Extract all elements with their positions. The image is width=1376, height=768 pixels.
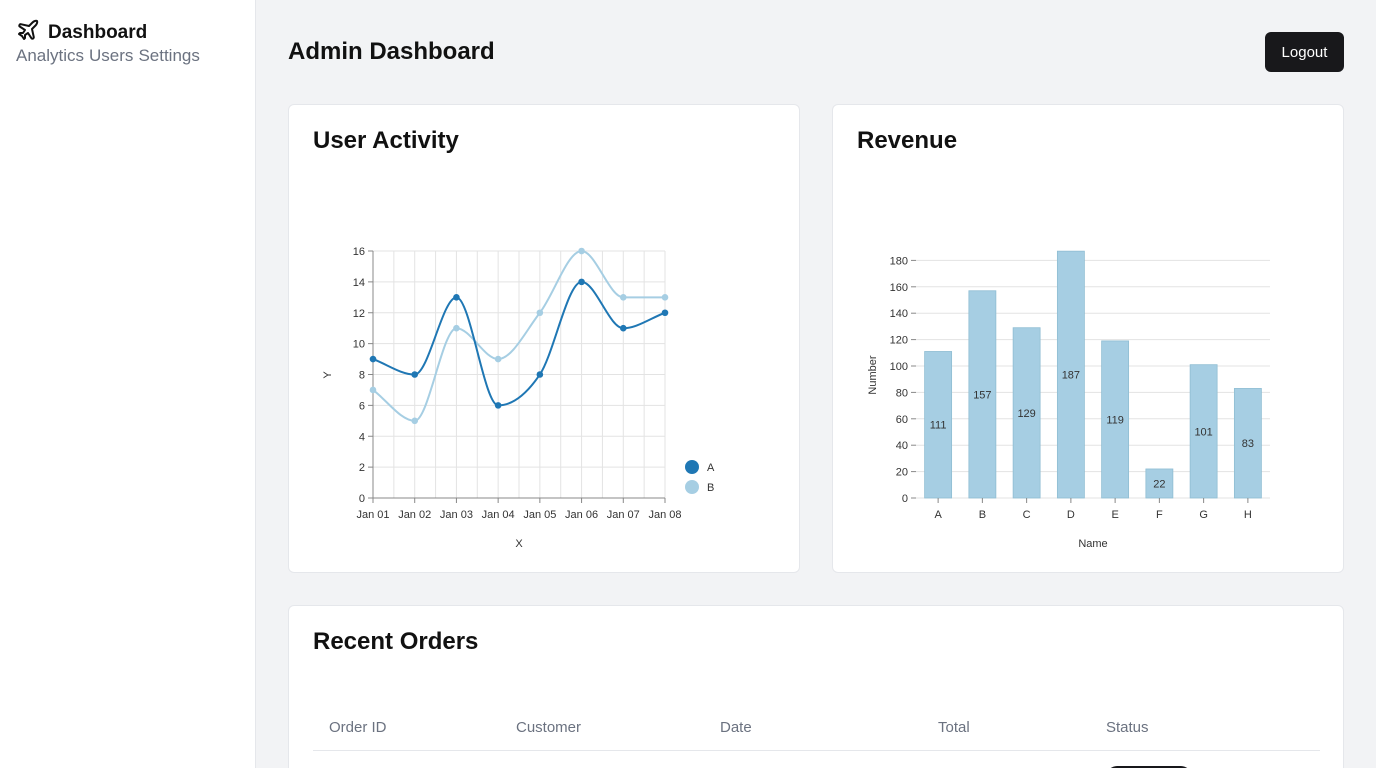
- y-tick-label: 100: [890, 361, 908, 373]
- x-axis-label: Name: [1078, 538, 1107, 550]
- y-tick-label: 180: [890, 255, 908, 267]
- y-tick-label: 20: [896, 467, 908, 479]
- user-activity-chart: 0 2 4 6 8 10 12 14 16 Jan 01 Jan 02 Jan 03 Jan 04 Jan…: [322, 246, 715, 550]
- data-point-b: [536, 309, 544, 317]
- x-tick-label: E: [1111, 509, 1118, 521]
- y-axis-label: Number: [867, 355, 879, 394]
- x-tick-label: H: [1244, 509, 1252, 521]
- column-header-date[interactable]: Date: [704, 706, 922, 751]
- bar-value-label: 157: [973, 389, 991, 401]
- y-tick-label: 10: [353, 339, 365, 351]
- revenue-chart: 0 20 40 60 80 100 120 140 160 180 111 A 157 B 129 C 187 D…: [867, 250, 1270, 550]
- logout-button[interactable]: Logout: [1265, 32, 1344, 72]
- data-point-b: [369, 386, 377, 394]
- x-tick-label: Jan 03: [440, 509, 473, 521]
- data-point-b: [411, 417, 419, 425]
- y-tick-label: 6: [359, 400, 365, 412]
- bar-value-label: 22: [1153, 478, 1165, 490]
- nav-item-settings[interactable]: Settings: [138, 46, 199, 66]
- legend-swatch-a: [685, 460, 699, 474]
- user-activity-card: User Activity 0 2 4 6 8 10 12 14 16 Jan 01 Jan 02 J…: [288, 104, 800, 573]
- data-point-a: [536, 371, 544, 378]
- x-tick-label: Jan 08: [648, 509, 681, 521]
- x-tick-label: B: [979, 509, 986, 521]
- data-point-b: [619, 294, 627, 301]
- y-tick-label: 120: [890, 335, 908, 347]
- y-tick-label: 0: [359, 493, 365, 505]
- x-tick-label: Jan 01: [356, 509, 389, 521]
- x-tick-label: Jan 05: [523, 509, 556, 521]
- sidebar-nav: Analytics Users Settings: [16, 46, 200, 66]
- data-point-a: [578, 278, 585, 286]
- column-header-customer[interactable]: Customer: [500, 706, 704, 751]
- page-title: Admin Dashboard: [288, 38, 495, 65]
- data-point-a: [453, 294, 460, 301]
- x-tick-label: Jan 07: [607, 509, 640, 521]
- brand-title: Dashboard: [48, 21, 148, 43]
- y-tick-label: 16: [353, 246, 365, 258]
- y-axis-label: Y: [322, 371, 334, 379]
- bar-value-label: 187: [1062, 370, 1080, 382]
- brand[interactable]: Dashboard: [16, 18, 147, 47]
- data-point-b: [453, 324, 460, 332]
- column-header-status[interactable]: Status: [1090, 706, 1320, 751]
- data-point-b: [578, 247, 585, 255]
- y-tick-label: 8: [359, 370, 365, 382]
- y-tick-label: 40: [896, 440, 908, 452]
- orders-table: Order ID Customer Date Total Status: [313, 706, 1320, 751]
- bar-value-label: 119: [1106, 414, 1124, 426]
- x-tick-label: G: [1199, 509, 1208, 521]
- bar-value-label: 101: [1194, 426, 1212, 438]
- x-tick-label: C: [1023, 509, 1031, 521]
- bar-chart-plot: 0 20 40 60 80 100 120 140 160 180 111 A 157 B 129 C 187 D…: [867, 250, 1270, 550]
- y-tick-label: 0: [902, 493, 908, 505]
- data-point-a: [494, 402, 502, 409]
- x-tick-label: A: [934, 509, 942, 521]
- orders-header-row: Order ID Customer Date Total Status: [313, 706, 1320, 751]
- y-tick-label: 4: [359, 431, 365, 443]
- plane-icon: [16, 18, 40, 47]
- y-tick-label: 140: [890, 308, 908, 320]
- x-tick-label: Jan 06: [565, 509, 598, 521]
- y-tick-label: 160: [890, 282, 908, 294]
- y-tick-label: 12: [353, 308, 365, 320]
- bar-value-label: 129: [1017, 408, 1035, 420]
- data-point-a: [411, 371, 419, 378]
- legend-label-a: A: [707, 462, 715, 474]
- data-point-b: [494, 355, 502, 363]
- recent-orders-title: Recent Orders: [313, 628, 479, 655]
- y-tick-label: 14: [353, 277, 365, 289]
- legend-label-b: B: [707, 482, 714, 494]
- revenue-card: Revenue 0 20 40 60 80 100 120 140 160 180 111 A 157 B…: [832, 104, 1344, 573]
- recent-orders-card: Recent Orders Order ID Customer Date Tot…: [288, 605, 1344, 768]
- data-point-a: [661, 309, 669, 317]
- x-tick-label: D: [1067, 509, 1075, 521]
- y-tick-label: 2: [359, 462, 365, 474]
- x-axis-label: X: [515, 538, 523, 550]
- line-chart-plot: 0 2 4 6 8 10 12 14 16 Jan 01 Jan 02 Jan 03 Jan 04 Jan…: [322, 246, 715, 550]
- legend-swatch-b: [685, 480, 699, 494]
- column-header-total[interactable]: Total: [922, 706, 1090, 751]
- bar-value-label: 83: [1242, 438, 1254, 450]
- data-point-a: [619, 324, 627, 332]
- x-tick-label: Jan 02: [398, 509, 431, 521]
- data-point-b: [661, 294, 669, 301]
- bar-value-label: 111: [930, 420, 947, 432]
- x-tick-label: Jan 04: [482, 509, 515, 521]
- y-tick-label: 60: [896, 414, 908, 426]
- sidebar: Dashboard Analytics Users Settings: [0, 0, 256, 768]
- x-tick-label: F: [1156, 509, 1163, 521]
- nav-item-users[interactable]: Users: [89, 46, 133, 66]
- data-point-a: [369, 355, 377, 363]
- y-tick-label: 80: [896, 387, 908, 399]
- nav-item-analytics[interactable]: Analytics: [16, 46, 84, 66]
- column-header-order-id[interactable]: Order ID: [313, 706, 500, 751]
